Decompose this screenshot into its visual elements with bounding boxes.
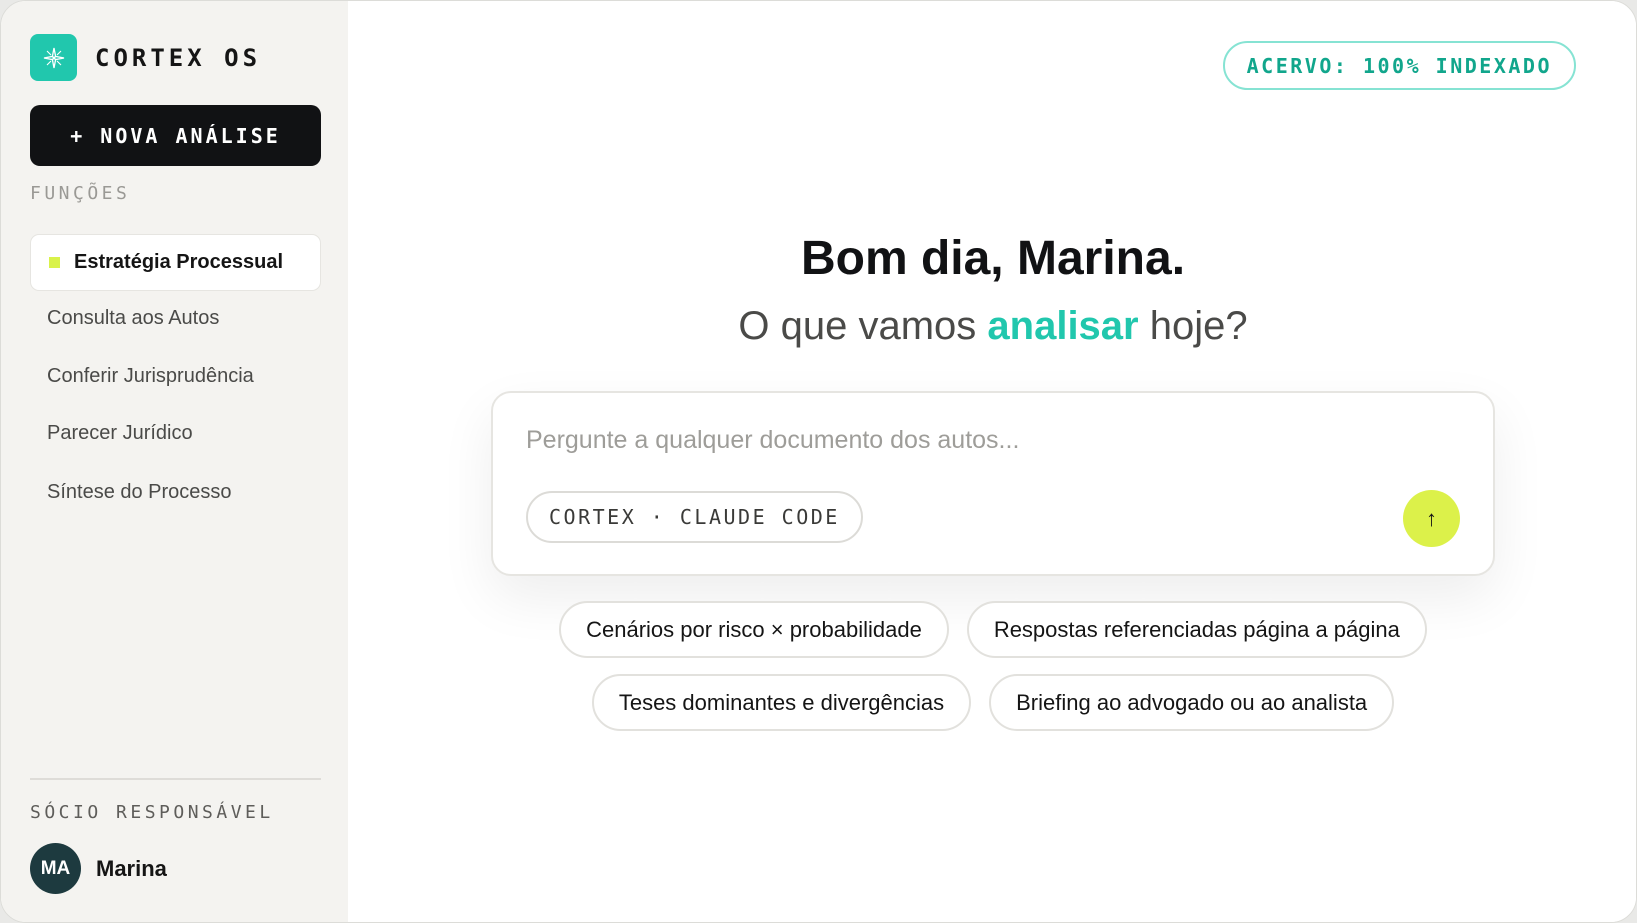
owner-profile[interactable]: MA Marina bbox=[30, 843, 167, 894]
sidebar-item-conferir-jurisprudencia[interactable]: Conferir Jurisprudência bbox=[47, 365, 254, 388]
sidebar-item-estrategia-processual[interactable]: Estratégia Processual bbox=[30, 234, 321, 291]
model-selector-chip[interactable]: CORTEX · CLAUDE CODE bbox=[526, 491, 863, 543]
suggestion-chip[interactable]: Briefing ao advogado ou ao analista bbox=[989, 674, 1395, 731]
prompt-input[interactable] bbox=[526, 421, 1406, 459]
greeting-subtitle: O que vamos analisar hoje? bbox=[348, 304, 1636, 349]
status-badge: ACERVO: 100% INDEXADO bbox=[1222, 41, 1576, 90]
suggestions-row-1: Cenários por risco × probabilidade Respo… bbox=[348, 601, 1636, 658]
active-indicator-icon bbox=[49, 257, 60, 268]
send-button[interactable]: ↑ bbox=[1403, 490, 1460, 547]
sidebar-item-parecer-juridico[interactable]: Parecer Jurídico bbox=[47, 422, 193, 445]
subtitle-end: hoje? bbox=[1138, 304, 1248, 348]
sidebar-divider bbox=[30, 778, 321, 780]
owner-section-label: SÓCIO RESPONSÁVEL bbox=[30, 802, 274, 823]
suggestions-row-2: Teses dominantes e divergências Briefing… bbox=[348, 674, 1636, 731]
subtitle-accent-word: analisar bbox=[987, 304, 1139, 348]
sparkle-icon bbox=[30, 34, 77, 81]
avatar: MA bbox=[30, 843, 81, 894]
new-analysis-button[interactable]: + NOVA ANÁLISE bbox=[30, 105, 321, 166]
prompt-composer: CORTEX · CLAUDE CODE ↑ bbox=[491, 391, 1495, 576]
suggestion-chip[interactable]: Teses dominantes e divergências bbox=[591, 674, 972, 731]
brand[interactable]: CORTEX OS bbox=[30, 34, 261, 81]
brand-name: CORTEX OS bbox=[95, 43, 262, 72]
sidebar-item-consulta-autos[interactable]: Consulta aos Autos bbox=[47, 307, 219, 330]
subtitle-start: O que vamos bbox=[738, 304, 988, 348]
sidebar-item-label: Estratégia Processual bbox=[74, 251, 283, 273]
main-panel: ACERVO: 100% INDEXADO Bom dia, Marina. O… bbox=[348, 1, 1636, 922]
sidebar: CORTEX OS + NOVA ANÁLISE FUNÇÕES Estraté… bbox=[1, 1, 348, 922]
app-window: CORTEX OS + NOVA ANÁLISE FUNÇÕES Estraté… bbox=[0, 0, 1637, 923]
sidebar-item-sintese-processo[interactable]: Síntese do Processo bbox=[47, 481, 232, 504]
suggestion-chip[interactable]: Cenários por risco × probabilidade bbox=[559, 601, 949, 658]
arrow-up-icon: ↑ bbox=[1426, 505, 1437, 531]
owner-name: Marina bbox=[96, 855, 167, 881]
suggestion-chip[interactable]: Respostas referenciadas página a página bbox=[966, 601, 1427, 658]
greeting-title: Bom dia, Marina. bbox=[800, 232, 1186, 285]
functions-label: FUNÇÕES bbox=[30, 183, 131, 204]
